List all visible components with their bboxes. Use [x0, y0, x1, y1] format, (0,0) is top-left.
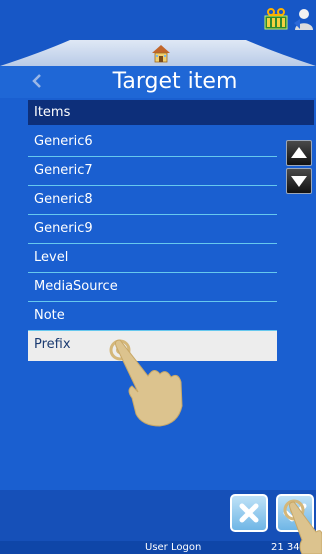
triangle-down-icon: [291, 176, 307, 187]
list-item[interactable]: Level: [28, 244, 277, 273]
device-screen: Target item Items Generic6 Generic7 Gene…: [0, 0, 316, 554]
list-item[interactable]: Generic8: [28, 186, 277, 215]
list-item[interactable]: Note: [28, 302, 277, 331]
footer-bar: User Logon 21 34: [0, 541, 316, 554]
check-icon: [283, 503, 307, 522]
bottom-action-bar: [0, 490, 316, 541]
list-item[interactable]: Generic6: [28, 128, 277, 157]
cancel-button[interactable]: [230, 494, 268, 532]
list-item[interactable]: Generic9: [28, 215, 277, 244]
status-bar: [0, 0, 316, 40]
list-item[interactable]: Generic7: [28, 157, 277, 186]
list-header: Items: [28, 100, 314, 125]
triangle-up-icon: [291, 147, 307, 158]
scroll-down-button[interactable]: [286, 168, 312, 194]
user-icon: [294, 9, 313, 30]
chevron-left-icon: [32, 74, 41, 88]
list-item[interactable]: MediaSource: [28, 273, 277, 302]
list-item-selected[interactable]: Prefix: [28, 331, 277, 361]
home-icon[interactable]: [150, 42, 172, 64]
scroll-up-button[interactable]: [286, 140, 312, 166]
user-logon-label[interactable]: User Logon: [145, 541, 201, 554]
clock: 21 34: [271, 542, 300, 553]
home-banner[interactable]: [0, 40, 316, 66]
tape-cassette-icon: [264, 8, 288, 30]
page-title: Target item: [112, 69, 238, 94]
x-icon: [239, 503, 259, 523]
back-button[interactable]: [30, 68, 44, 94]
screen-edge: [316, 0, 322, 554]
item-list: Generic6 Generic7 Generic8 Generic9 Leve…: [28, 128, 277, 361]
confirm-button[interactable]: [276, 494, 314, 532]
title-bar: Target item: [0, 66, 316, 98]
